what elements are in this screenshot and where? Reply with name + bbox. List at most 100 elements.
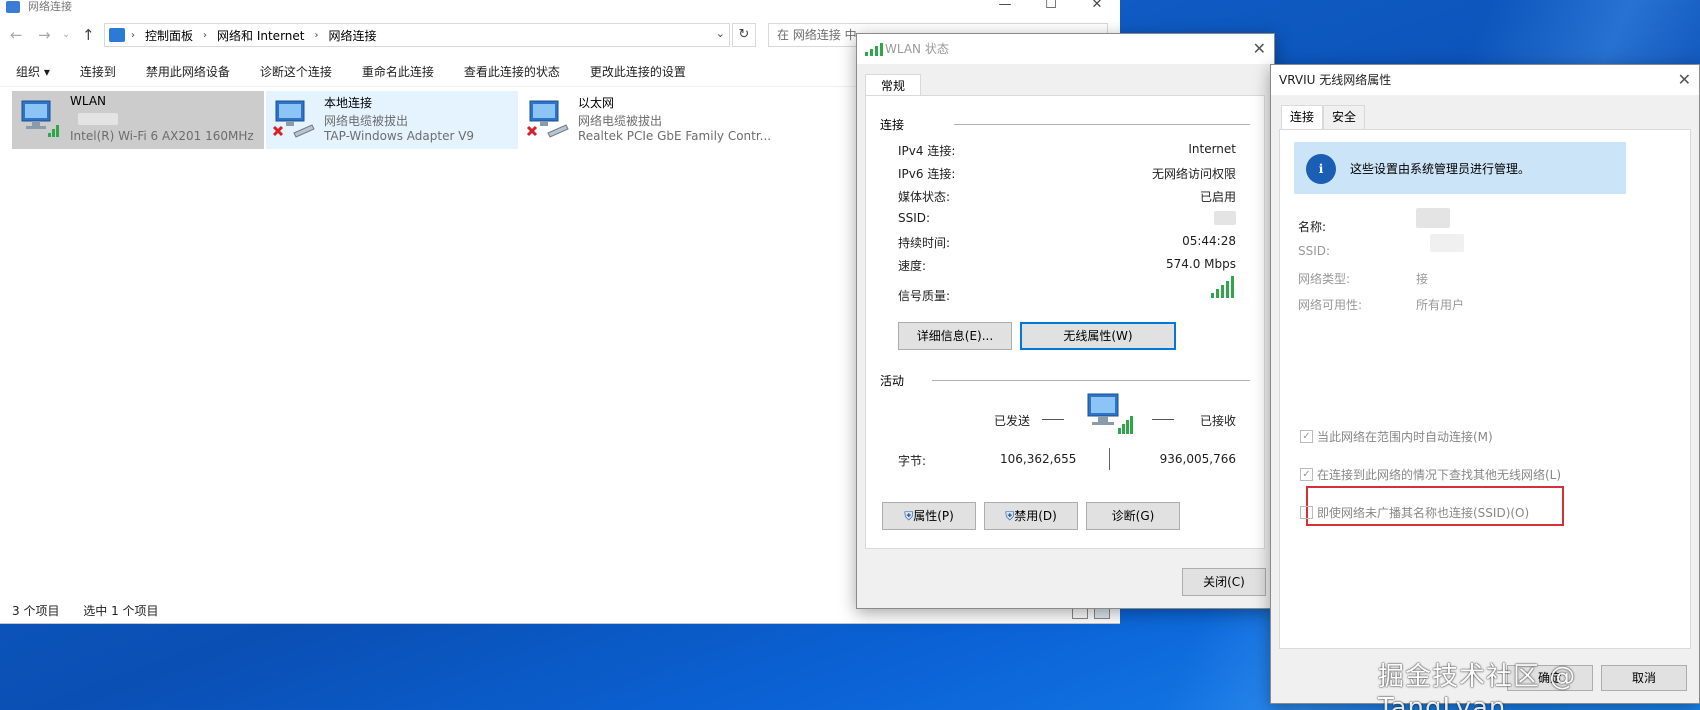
breadcrumb-network-connections[interactable]: 网络连接	[328, 27, 376, 44]
connection-item-local[interactable]: 本地连接 网络电缆被拔出 TAP-Windows Adapter V9	[266, 91, 518, 149]
diagnose-button[interactable]: 诊断(G)	[1086, 502, 1180, 530]
recent-dropdown-icon[interactable]: ⌄	[62, 29, 70, 40]
divider	[1042, 419, 1064, 420]
connect-hidden-ssid-label: 即使网络未广播其名称也连接(SSID)(O)	[1317, 506, 1530, 520]
dialog-titlebar: VRVIU 无线网络属性 ✕	[1271, 65, 1699, 95]
chevron-down-icon[interactable]: ⌄	[716, 27, 725, 40]
control-panel-icon	[109, 28, 125, 42]
shield-icon: ⛨	[1005, 509, 1015, 523]
cmd-organize[interactable]: 组织 ▾	[16, 63, 50, 80]
window-title: 网络连接	[28, 0, 72, 13]
duration-label: 持续时间:	[898, 236, 951, 250]
checkmark-icon: ✓	[1300, 468, 1313, 481]
close-icon[interactable]: ✕	[1253, 34, 1266, 64]
cmd-rename[interactable]: 重命名此连接	[362, 63, 434, 80]
divider	[954, 124, 1250, 125]
connection-item-ethernet[interactable]: 以太网 网络电缆被拔出 Realtek PCIe GbE Family Cont…	[520, 91, 772, 149]
redacted-block	[1430, 234, 1464, 252]
cmd-disable-device[interactable]: 禁用此网络设备	[146, 63, 230, 80]
bytes-sent-value: 106,362,655	[1000, 452, 1077, 466]
connection-name: 以太网	[578, 96, 615, 110]
tab-strip: 连接 安全	[1281, 105, 1366, 129]
maximize-icon[interactable]: ☐	[1028, 0, 1074, 16]
item-count: 3 个项目	[12, 604, 60, 618]
redacted-block	[1214, 211, 1236, 225]
up-arrow-icon[interactable]: ↑	[82, 26, 95, 44]
cmd-diagnose[interactable]: 诊断这个连接	[260, 63, 332, 80]
network-type-value: 接	[1416, 272, 1429, 286]
close-button[interactable]: 关闭(C)	[1182, 568, 1266, 596]
connection-device: Intel(R) Wi-Fi 6 AX201 160MHz	[70, 129, 254, 143]
wireless-properties-button[interactable]: 无线属性(W)	[1020, 322, 1176, 350]
close-icon[interactable]: ✕	[1074, 0, 1120, 16]
divider	[1109, 448, 1110, 470]
bytes-label: 字节:	[898, 454, 927, 468]
auto-connect-label: 当此网络在范围内时自动连接(M)	[1317, 430, 1493, 444]
network-type-label: 网络类型:	[1298, 272, 1351, 286]
connection-item-wlan[interactable]: WLAN Intel(R) Wi-Fi 6 AX201 160MHz	[12, 91, 264, 149]
sent-label: 已发送	[994, 414, 1031, 428]
status-bar: 3 个项目 选中 1 个项目	[12, 602, 179, 619]
properties-button[interactable]: ⛨属性(P)	[882, 502, 976, 530]
tab-pane-connection: i 这些设置由系统管理员进行管理。 名称: SSID: 网络类型: 接 网络可用…	[1279, 129, 1691, 649]
admin-managed-banner: i 这些设置由系统管理员进行管理。	[1294, 142, 1626, 194]
disconnected-adapter-icon	[526, 100, 569, 138]
bytes-received-value: 936,005,766	[1159, 452, 1236, 466]
minimize-icon[interactable]: —	[982, 0, 1028, 16]
checkbox-empty-icon	[1300, 506, 1313, 519]
cmd-connect-to[interactable]: 连接到	[80, 63, 116, 80]
tab-general[interactable]: 常规	[865, 74, 921, 97]
connection-name: 本地连接	[324, 96, 373, 110]
redacted-block	[1416, 208, 1450, 228]
network-activity-icon	[1087, 393, 1133, 434]
forward-arrow-icon[interactable]: →	[38, 26, 51, 44]
connect-hidden-ssid-checkbox[interactable]: 即使网络未广播其名称也连接(SSID)(O)	[1300, 504, 1529, 521]
signal-strength-icon	[1211, 276, 1234, 298]
close-icon[interactable]: ✕	[1678, 65, 1691, 95]
window-titlebar: 网络连接 — ☐ ✕	[0, 0, 1120, 14]
disable-button-label: 禁用(D)	[1014, 509, 1057, 523]
divider	[932, 380, 1250, 381]
received-label: 已接收	[1199, 414, 1236, 428]
back-arrow-icon[interactable]: ←	[10, 26, 23, 44]
dialog-title: VRVIU 无线网络属性	[1279, 73, 1392, 87]
ipv4-label: IPv4 连接:	[898, 144, 956, 158]
availability-label: 网络可用性:	[1298, 298, 1363, 312]
divider	[1152, 419, 1174, 420]
wireless-properties-dialog: VRVIU 无线网络属性 ✕ 连接 安全 i 这些设置由系统管理员进行管理。 名…	[1270, 64, 1700, 704]
cmd-change-settings[interactable]: 更改此连接的设置	[590, 63, 686, 80]
connection-device: Realtek PCIe GbE Family Contr...	[578, 129, 772, 143]
watermark-text: 掘金技术社区 @ TangLyan	[1378, 662, 1577, 710]
address-bar[interactable]: › 控制面板 › 网络和 Internet › 网络连接 ⌄	[104, 23, 730, 47]
auto-connect-checkbox[interactable]: ✓ 当此网络在范围内时自动连接(M)	[1300, 428, 1493, 445]
selected-count: 选中 1 个项目	[83, 604, 159, 618]
dialog-titlebar: WLAN 状态 ✕	[857, 34, 1274, 64]
details-button[interactable]: 详细信息(E)...	[898, 322, 1012, 350]
speed-label: 速度:	[898, 259, 927, 273]
disable-button[interactable]: ⛨禁用(D)	[984, 502, 1078, 530]
tab-connection[interactable]: 连接	[1281, 105, 1324, 129]
admin-managed-text: 这些设置由系统管理员进行管理。	[1350, 162, 1531, 176]
cmd-view-status[interactable]: 查看此连接的状态	[464, 63, 560, 80]
dialog-title: WLAN 状态	[885, 42, 949, 56]
availability-value: 所有用户	[1416, 298, 1465, 312]
breadcrumb-control-panel[interactable]: 控制面板	[145, 27, 193, 44]
breadcrumb-network-internet[interactable]: 网络和 Internet	[217, 27, 304, 44]
ipv6-label: IPv6 连接:	[898, 167, 956, 181]
signal-quality-label: 信号质量:	[898, 289, 951, 303]
tab-security[interactable]: 安全	[1323, 105, 1366, 129]
refresh-icon[interactable]: ↻	[732, 23, 756, 47]
wlan-status-dialog: WLAN 状态 ✕ 常规 连接 IPv4 连接: Internet IPv6 连…	[856, 33, 1275, 609]
disconnected-adapter-icon	[272, 100, 315, 138]
connection-status: 网络电缆被拔出	[578, 114, 663, 128]
group-activity-label: 活动	[880, 374, 905, 388]
group-connection-label: 连接	[880, 118, 905, 132]
connection-device: TAP-Windows Adapter V9	[324, 129, 475, 143]
shield-icon: ⛨	[904, 509, 914, 523]
ssid-label: SSID:	[898, 211, 931, 225]
look-for-other-networks-checkbox[interactable]: ✓ 在连接到此网络的情况下查找其他无线网络(L)	[1300, 466, 1561, 483]
media-state-label: 媒体状态:	[898, 190, 951, 204]
ipv4-value: Internet	[1188, 142, 1236, 156]
speed-value: 574.0 Mbps	[1165, 257, 1236, 271]
connection-status: 网络电缆被拔出	[324, 114, 409, 128]
